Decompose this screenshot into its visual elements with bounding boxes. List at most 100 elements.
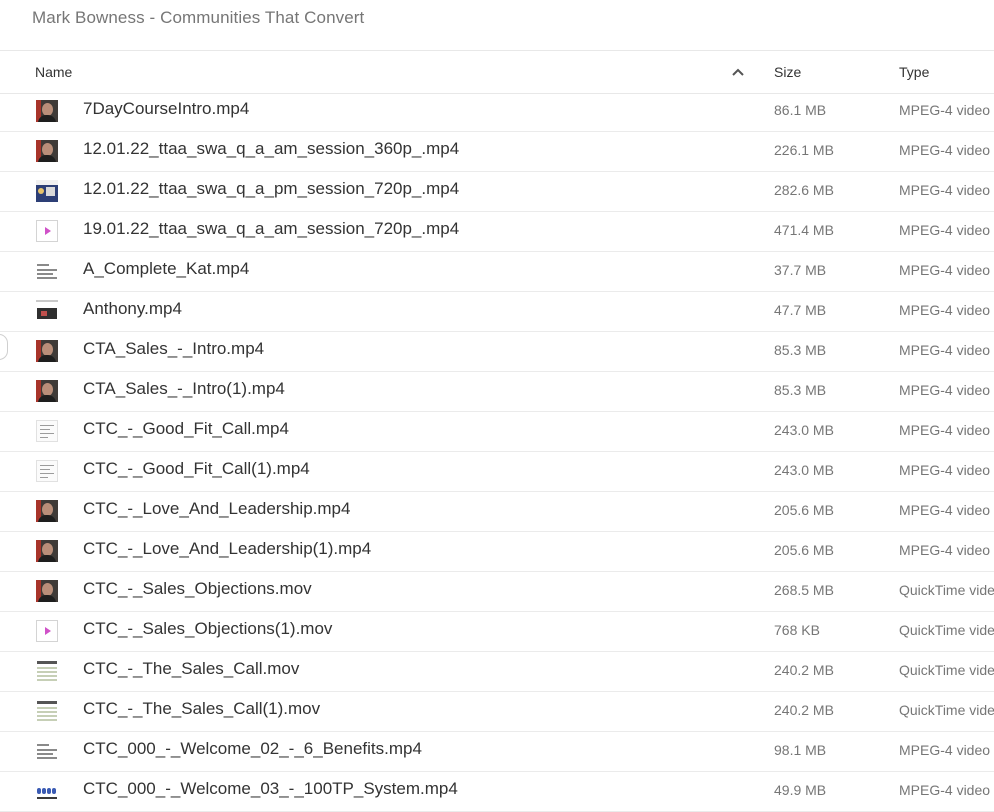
thumbnail-shape	[40, 429, 50, 430]
column-size-header[interactable]: Size	[774, 64, 801, 80]
file-name[interactable]: Anthony.mp4	[83, 299, 182, 319]
file-name[interactable]: CTC_-_Sales_Objections.mov	[83, 579, 312, 599]
file-name[interactable]: CTC_-_The_Sales_Call.mov	[83, 659, 299, 679]
file-name[interactable]: CTA_Sales_-_Intro(1).mp4	[83, 379, 285, 399]
thumbnail-shape	[37, 671, 57, 673]
thumbnail-shape	[37, 707, 57, 709]
thumbnail-shape	[37, 753, 53, 755]
file-name[interactable]: 12.01.22_ttaa_swa_q_a_am_session_360p_.m…	[83, 139, 459, 159]
file-row[interactable]: 19.01.22_ttaa_swa_q_a_am_session_720p_.m…	[0, 212, 994, 252]
thumbnail-shape	[37, 277, 57, 279]
thumbnail-shape	[37, 308, 57, 319]
thumbnail-shape	[52, 788, 56, 794]
file-type: MPEG-4 video	[899, 182, 991, 198]
breadcrumb[interactable]: Mark Bowness - Communities That Convert	[32, 8, 364, 28]
thumbnail-shape	[37, 264, 49, 266]
file-name[interactable]: CTC_-_The_Sales_Call(1).mov	[83, 699, 320, 719]
file-type: MPEG-4 video	[899, 142, 991, 158]
file-type: MPEG-4 video	[899, 542, 991, 558]
file-type: QuickTime video	[899, 582, 994, 598]
file-type: QuickTime video	[899, 662, 994, 678]
file-name[interactable]: 19.01.22_ttaa_swa_q_a_am_session_720p_.m…	[83, 219, 459, 239]
file-row[interactable]: CTC_000_-_Welcome_02_-_6_Benefits.mp4 98.…	[0, 732, 994, 772]
file-type: MPEG-4 video	[899, 422, 991, 438]
file-row[interactable]: CTC_-_The_Sales_Call(1).mov 240.2 MB Quick…	[0, 692, 994, 732]
file-name[interactable]: CTC_-_Love_And_Leadership.mp4	[83, 499, 350, 519]
file-row[interactable]: A_Complete_Kat.mp4 37.7 MB MPEG-4 video	[0, 252, 994, 292]
thumbnail-shape	[40, 425, 54, 426]
thumbnail-shape	[38, 595, 56, 602]
file-thumbnail-icon	[36, 700, 58, 722]
file-row[interactable]: CTA_Sales_-_Intro.mp4 85.3 MB MPEG-4 video	[0, 332, 994, 372]
thumbnail-shape	[47, 788, 51, 794]
file-thumbnail-icon	[36, 740, 58, 762]
column-type-header[interactable]: Type	[899, 64, 929, 80]
file-row[interactable]: CTC_-_Good_Fit_Call(1).mp4 243.0 MB MPEG-4…	[0, 452, 994, 492]
file-size: 243.0 MB	[774, 462, 834, 478]
file-thumbnail-icon	[36, 540, 58, 562]
file-thumbnail-icon	[36, 100, 58, 122]
thumbnail-shape	[38, 395, 56, 402]
thumbnail-shape	[37, 719, 57, 721]
file-type: MPEG-4 video	[899, 102, 991, 118]
thumbnail-shape	[37, 675, 57, 677]
file-thumbnail-icon	[36, 220, 58, 242]
file-name[interactable]: CTA_Sales_-_Intro.mp4	[83, 339, 264, 359]
file-row[interactable]: 12.01.22_ttaa_swa_q_a_pm_session_720p_.m…	[0, 172, 994, 212]
thumbnail-shape	[45, 627, 51, 635]
file-row[interactable]: CTA_Sales_-_Intro(1).mp4 85.3 MB MPEG-4 vi…	[0, 372, 994, 412]
thumbnail-shape	[37, 749, 57, 751]
file-name[interactable]: A_Complete_Kat.mp4	[83, 259, 249, 279]
file-name[interactable]: CTC_-_Sales_Objections(1).mov	[83, 619, 332, 639]
file-row[interactable]: CTC_-_Love_And_Leadership(1).mp4 205.6 MB…	[0, 532, 994, 572]
column-name-header[interactable]: Name	[35, 64, 72, 80]
file-row[interactable]: CTC_-_Good_Fit_Call.mp4 243.0 MB MPEG-4 vi…	[0, 412, 994, 452]
thumbnail-shape	[41, 311, 47, 316]
file-row[interactable]: CTC_000_-_Welcome_03_-_100TP_System.mp4 4…	[0, 772, 994, 812]
file-size: 85.3 MB	[774, 342, 827, 358]
file-name[interactable]: CTC_000_-_Welcome_02_-_6_Benefits.mp4	[83, 739, 422, 759]
thumbnail-shape	[40, 473, 54, 474]
file-name[interactable]: CTC_000_-_Welcome_03_-_100TP_System.mp4	[83, 779, 458, 799]
file-name[interactable]: CTC_-_Good_Fit_Call.mp4	[83, 419, 289, 439]
thumbnail-shape	[37, 788, 41, 794]
file-name[interactable]: 12.01.22_ttaa_swa_q_a_pm_session_720p_.m…	[83, 179, 459, 199]
file-type: MPEG-4 video	[899, 342, 991, 358]
file-row[interactable]: CTC_-_Sales_Objections.mov 268.5 MB QuickT…	[0, 572, 994, 612]
file-row[interactable]: 7DayCourseIntro.mp4 86.1 MB MPEG-4 video	[0, 92, 994, 132]
file-size: 243.0 MB	[774, 422, 834, 438]
file-name[interactable]: CTC_-_Love_And_Leadership(1).mp4	[83, 539, 371, 559]
file-name[interactable]: CTC_-_Good_Fit_Call(1).mp4	[83, 459, 310, 479]
file-thumbnail-icon	[36, 660, 58, 682]
file-size: 85.3 MB	[774, 382, 827, 398]
file-thumbnail-icon	[36, 780, 58, 802]
thumbnail-shape	[37, 269, 57, 271]
chevron-up-icon[interactable]	[731, 66, 745, 78]
thumbnail-shape	[45, 227, 51, 235]
file-row[interactable]: CTC_-_Love_And_Leadership.mp4 205.6 MB MPE…	[0, 492, 994, 532]
file-thumbnail-icon	[36, 460, 58, 482]
file-row[interactable]: CTC_-_The_Sales_Call.mov 240.2 MB QuickTim…	[0, 652, 994, 692]
thumbnail-shape	[37, 757, 57, 759]
file-size: 471.4 MB	[774, 222, 834, 238]
file-row[interactable]: CTC_-_Sales_Objections(1).mov 768 KB Quick…	[0, 612, 994, 652]
thumbnail-shape	[38, 355, 56, 362]
file-row[interactable]: Anthony.mp4 47.7 MB MPEG-4 video	[0, 292, 994, 332]
file-thumbnail-icon	[36, 580, 58, 602]
file-type: QuickTime video	[899, 622, 994, 638]
thumbnail-shape	[37, 797, 57, 799]
file-size: 282.6 MB	[774, 182, 834, 198]
file-size: 226.1 MB	[774, 142, 834, 158]
file-size: 98.1 MB	[774, 742, 827, 758]
thumbnail-shape	[37, 715, 57, 717]
file-type: QuickTime video	[899, 702, 994, 718]
file-row[interactable]: 12.01.22_ttaa_swa_q_a_am_session_360p_.m…	[0, 132, 994, 172]
file-size: 768 KB	[774, 622, 820, 638]
file-size: 240.2 MB	[774, 702, 834, 718]
thumbnail-shape	[37, 679, 57, 681]
thumbnail-shape	[46, 187, 55, 196]
file-name[interactable]: 7DayCourseIntro.mp4	[83, 99, 249, 119]
file-type: MPEG-4 video	[899, 742, 991, 758]
file-type: MPEG-4 video	[899, 462, 991, 478]
column-header: Name Size Type	[0, 50, 994, 94]
